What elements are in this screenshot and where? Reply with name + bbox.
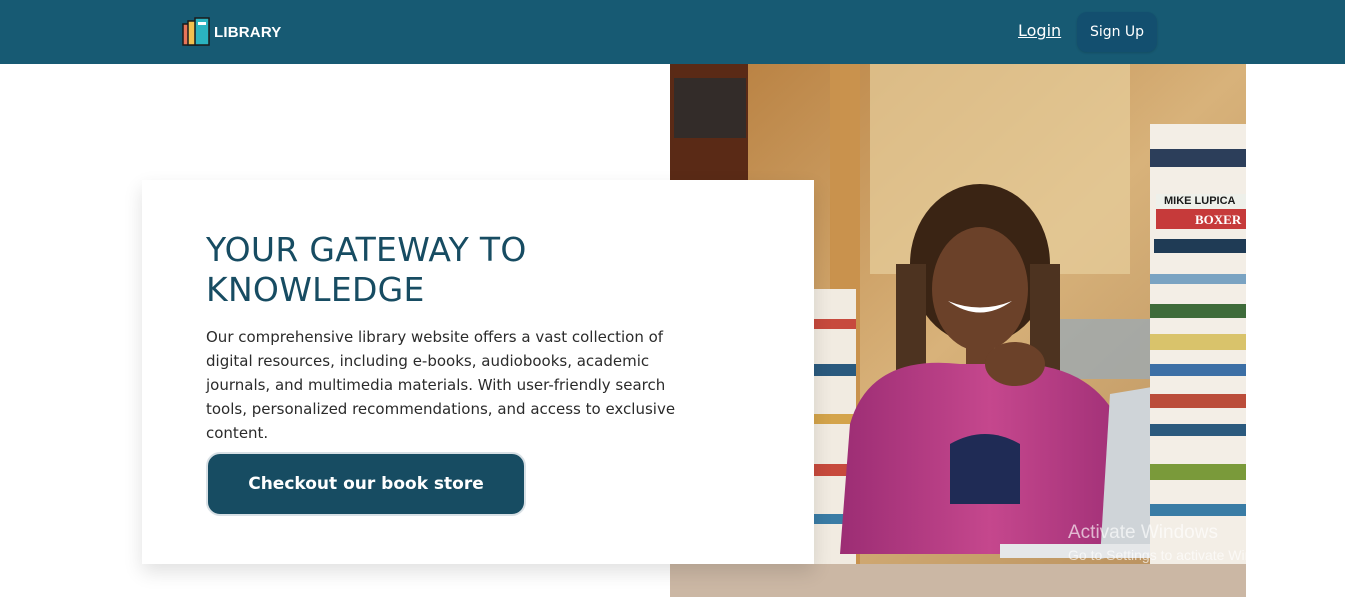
login-link[interactable]: Login: [1018, 21, 1061, 40]
brand-logo-link[interactable]: LIBRARY: [182, 16, 282, 48]
right-book-stack: MIKE LUPICA BOXER: [1150, 124, 1246, 584]
signup-button[interactable]: Sign Up: [1077, 12, 1157, 52]
hero-description: Our comprehensive library website offers…: [206, 328, 676, 442]
book-spine-text: MIKE LUPICA: [1164, 195, 1236, 207]
brand-name: LIBRARY: [214, 23, 282, 41]
book-store-button[interactable]: Checkout our book store: [206, 452, 526, 516]
book-spine-text: BOXER: [1195, 212, 1242, 227]
top-navbar: LIBRARY Login Sign Up: [0, 0, 1345, 64]
books-icon: [182, 17, 214, 47]
hero-title: YOUR GATEWAY TO KNOWLEDGE: [206, 230, 527, 309]
hero-card: YOUR GATEWAY TO KNOWLEDGE Our comprehens…: [142, 180, 814, 564]
